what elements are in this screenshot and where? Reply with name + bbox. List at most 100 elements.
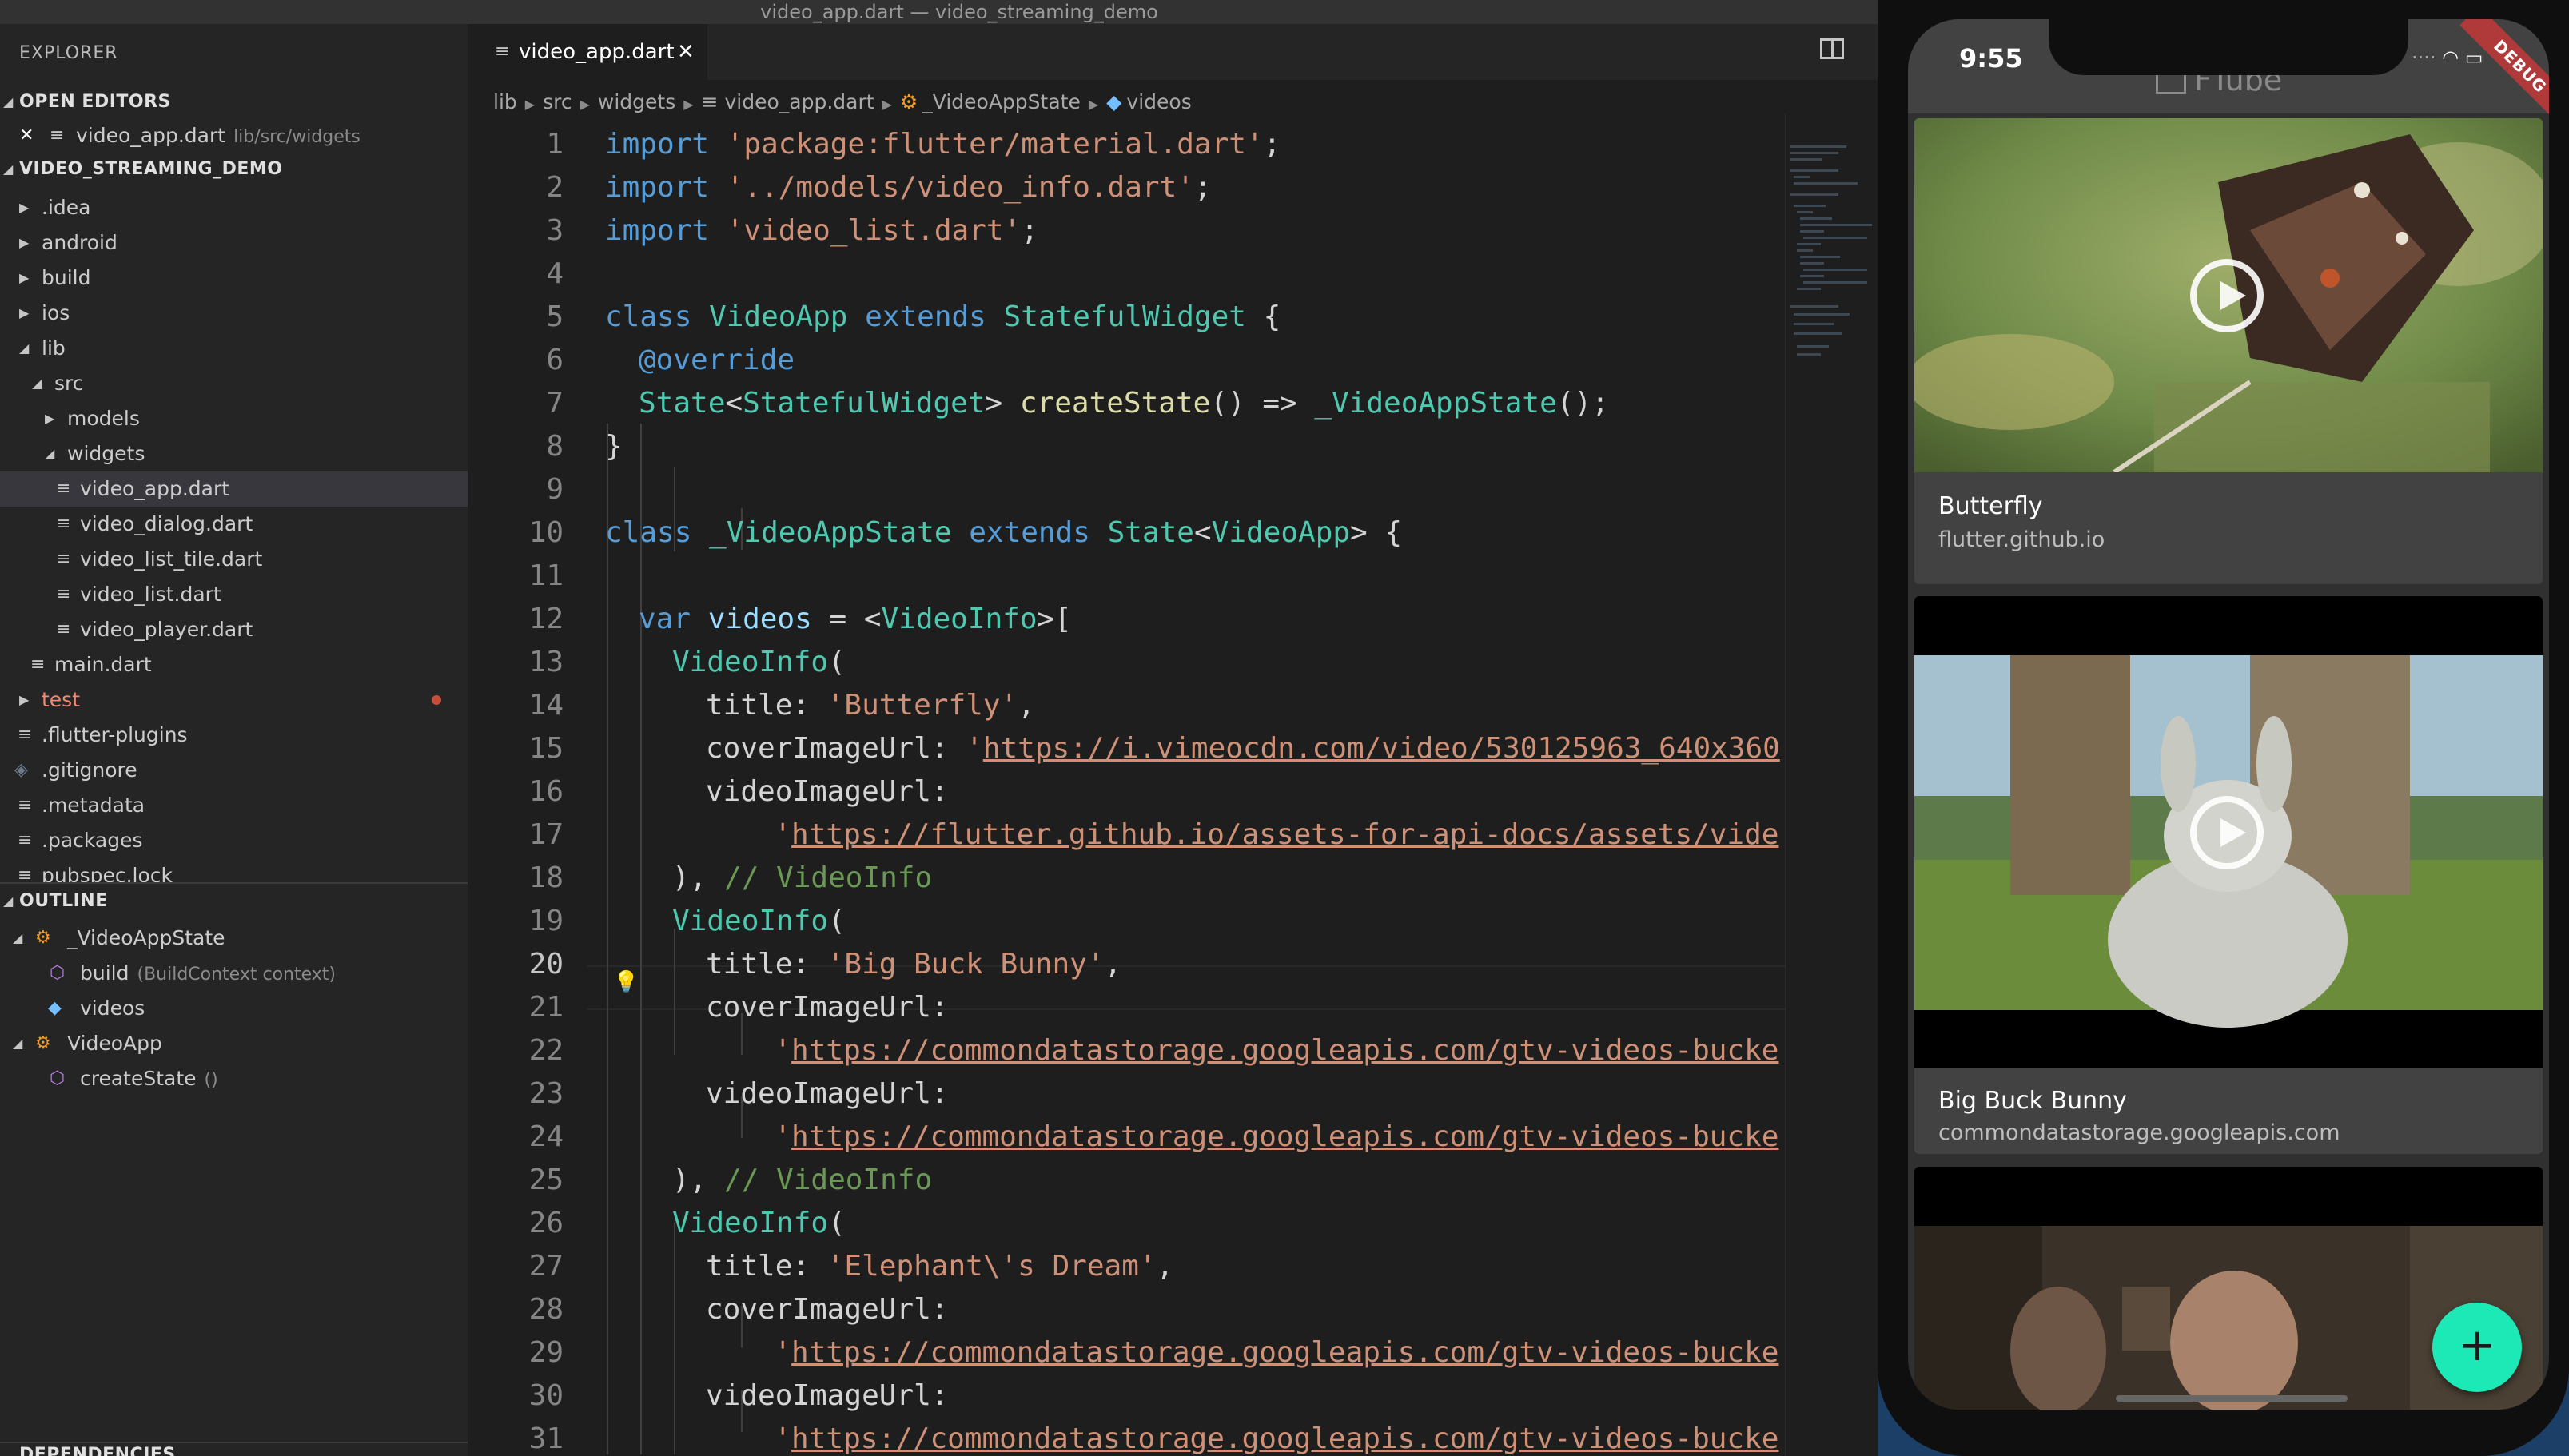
open-editor-path: lib/src/widgets	[233, 127, 360, 147]
tree-item-metadata[interactable]: ≡ .metadata	[0, 788, 468, 823]
minimap[interactable]	[1785, 113, 1878, 1456]
tree-item-build[interactable]: ▶ build	[0, 261, 468, 296]
tree-item-video-list-tile-dart[interactable]: ≡ video_list_tile.dart	[0, 542, 468, 577]
open-editors-header[interactable]: ◢ OPEN EDITORS	[0, 86, 468, 118]
open-editor-item[interactable]: ✕ ≡ video_app.dart lib/src/widgets	[0, 118, 468, 153]
url-link[interactable]: https://commondatastorage.googleapis.com…	[791, 1422, 1778, 1455]
url-link[interactable]: https://commondatastorage.googleapis.com…	[791, 1120, 1778, 1153]
file-icon: ≡	[30, 654, 46, 674]
code-line: title: 'Big Buck Bunny',	[706, 948, 1122, 981]
tree-item-main-dart[interactable]: ≡ main.dart	[0, 647, 468, 682]
play-icon[interactable]	[2190, 259, 2264, 332]
chevron-right-icon: ▶	[580, 97, 590, 112]
open-editor-name: video_app.dart	[76, 124, 226, 147]
play-icon[interactable]	[2190, 796, 2264, 869]
project-header[interactable]: ◢ VIDEO_STREAMING_DEMO	[0, 153, 468, 185]
outline-item-createstate[interactable]: ⬡ createState()	[0, 1061, 468, 1096]
tree-item-test[interactable]: ▶ test	[0, 682, 468, 718]
split-editor-icon[interactable]	[1820, 38, 1844, 59]
code-line: title: 'Butterfly',	[706, 689, 1035, 722]
editor-tabbar: ≡ video_app.dart ✕	[468, 24, 1878, 80]
line-number: 12	[528, 603, 564, 635]
line-number: 13	[528, 646, 564, 678]
breadcrumb-item[interactable]: src	[543, 90, 572, 113]
tree-item-video-app-dart[interactable]: ≡ video_app.dart	[0, 471, 468, 507]
lightbulb-icon[interactable]: 💡	[613, 970, 639, 994]
file-icon: ≡	[18, 725, 33, 745]
tree-item-widgets[interactable]: ◢ widgets	[0, 436, 468, 471]
tree-item-lib[interactable]: ◢ lib	[0, 331, 468, 366]
breadcrumb-item[interactable]: lib	[493, 90, 517, 113]
outline-item-videoapp[interactable]: ◢ ⚙ VideoApp	[0, 1026, 468, 1061]
code-line: 'https://commondatastorage.googleapis.co…	[774, 1336, 1779, 1369]
outline-item-videos[interactable]: ◆ videos	[0, 991, 468, 1026]
divider	[0, 882, 468, 884]
file-icon: ≡	[18, 795, 33, 815]
line-number: 31	[528, 1422, 564, 1455]
url-link[interactable]: https://i.vimeocdn.com/video/530125963_6…	[983, 732, 1780, 765]
tree-item-video-dialog-dart[interactable]: ≡ video_dialog.dart	[0, 507, 468, 542]
close-icon[interactable]: ✕	[19, 118, 34, 153]
chevron-down-icon: ◢	[45, 446, 55, 461]
tree-item-idea[interactable]: ▶ .idea	[0, 190, 468, 225]
code-line: import 'video_list.dart';	[605, 214, 1038, 247]
code-line: var videos = <VideoInfo>[	[639, 603, 1072, 635]
dependencies-header[interactable]: DEPENDENCIES	[0, 1445, 468, 1456]
line-number: 29	[528, 1336, 564, 1369]
breadcrumb-item[interactable]: videos	[1126, 90, 1191, 113]
breadcrumb-item[interactable]: _VideoAppState	[922, 90, 1081, 113]
file-icon: ≡	[701, 90, 719, 113]
breadcrumb-item[interactable]: video_app.dart	[725, 90, 874, 113]
tree-item-gitignore[interactable]: ◈ .gitignore	[0, 753, 468, 788]
tab-video-app-dart[interactable]: ≡ video_app.dart ✕	[468, 24, 707, 80]
tree-item-packages[interactable]: ≡ .packages	[0, 823, 468, 858]
video-card[interactable]: Big Buck Bunny commondatastorage.googlea…	[1914, 596, 2543, 1154]
video-title: Butterfly	[1938, 492, 2043, 520]
divider	[0, 1442, 468, 1443]
tree-item-android[interactable]: ▶ android	[0, 225, 468, 261]
line-number: 10	[528, 516, 564, 549]
code-line: videoImageUrl:	[706, 775, 949, 808]
file-icon: ≡	[56, 549, 71, 569]
close-tab-icon[interactable]: ✕	[677, 24, 695, 80]
line-number: 15	[528, 732, 564, 765]
code-line: videoImageUrl:	[706, 1077, 949, 1110]
tree-item-video-player-dart[interactable]: ≡ video_player.dart	[0, 612, 468, 647]
line-number: 11	[528, 559, 564, 592]
code-line: VideoInfo(	[672, 646, 846, 678]
tree-item-models[interactable]: ▶ models	[0, 401, 468, 436]
line-number: 4	[546, 257, 564, 290]
file-icon: ≡	[56, 514, 71, 534]
home-indicator[interactable]	[2116, 1395, 2348, 1402]
tree-item-video-list-dart[interactable]: ≡ video_list.dart	[0, 577, 468, 612]
tree-item-pubspec-lock[interactable]: ≡ pubspec.lock	[0, 858, 468, 882]
window-title: video_app.dart — video_streaming_demo	[760, 1, 1158, 23]
tree-item-flutter-plugins[interactable]: ≡ .flutter-plugins	[0, 718, 468, 753]
git-icon: ◈	[14, 760, 28, 780]
url-link[interactable]: https://commondatastorage.googleapis.com…	[791, 1336, 1778, 1369]
battery-icon: ▭	[2464, 46, 2483, 69]
chevron-right-icon: ▶	[1088, 97, 1099, 112]
add-video-button[interactable]: +	[2432, 1303, 2522, 1392]
tree-item-ios[interactable]: ▶ ios	[0, 296, 468, 331]
chevron-down-icon: ◢	[13, 1036, 23, 1051]
video-card[interactable]: Butterfly flutter.github.io	[1914, 118, 2543, 584]
url-link[interactable]: https://flutter.github.io/assets-for-api…	[791, 818, 1778, 851]
file-icon: ≡	[56, 584, 71, 604]
breadcrumb-item[interactable]: widgets	[598, 90, 675, 113]
chevron-right-icon: ▶	[19, 692, 30, 707]
line-number: 6	[546, 344, 564, 376]
code-area[interactable]: 💡 1 2 3 4 5 6 7 8 9 10 11 12 13 14 15 16…	[468, 123, 1786, 1456]
outline-item-videoappstate[interactable]: ◢ ⚙ _VideoAppState	[0, 921, 468, 956]
url-link[interactable]: https://commondatastorage.googleapis.com…	[791, 1034, 1778, 1067]
line-number: 2	[546, 171, 564, 204]
status-time: 9:55	[1959, 43, 2023, 74]
outline-header[interactable]: ◢ OUTLINE	[0, 885, 468, 917]
outline-item-build[interactable]: ⬡ build (BuildContext context)	[0, 956, 468, 991]
code-line: @override	[639, 344, 795, 376]
tree-item-src[interactable]: ◢ src	[0, 366, 468, 401]
chevron-down-icon: ◢	[3, 94, 14, 109]
video-subtitle: commondatastorage.googleapis.com	[1938, 1120, 2340, 1145]
code-line: 'https://flutter.github.io/assets-for-ap…	[774, 818, 1779, 851]
method-icon: ⬡	[50, 1068, 66, 1088]
